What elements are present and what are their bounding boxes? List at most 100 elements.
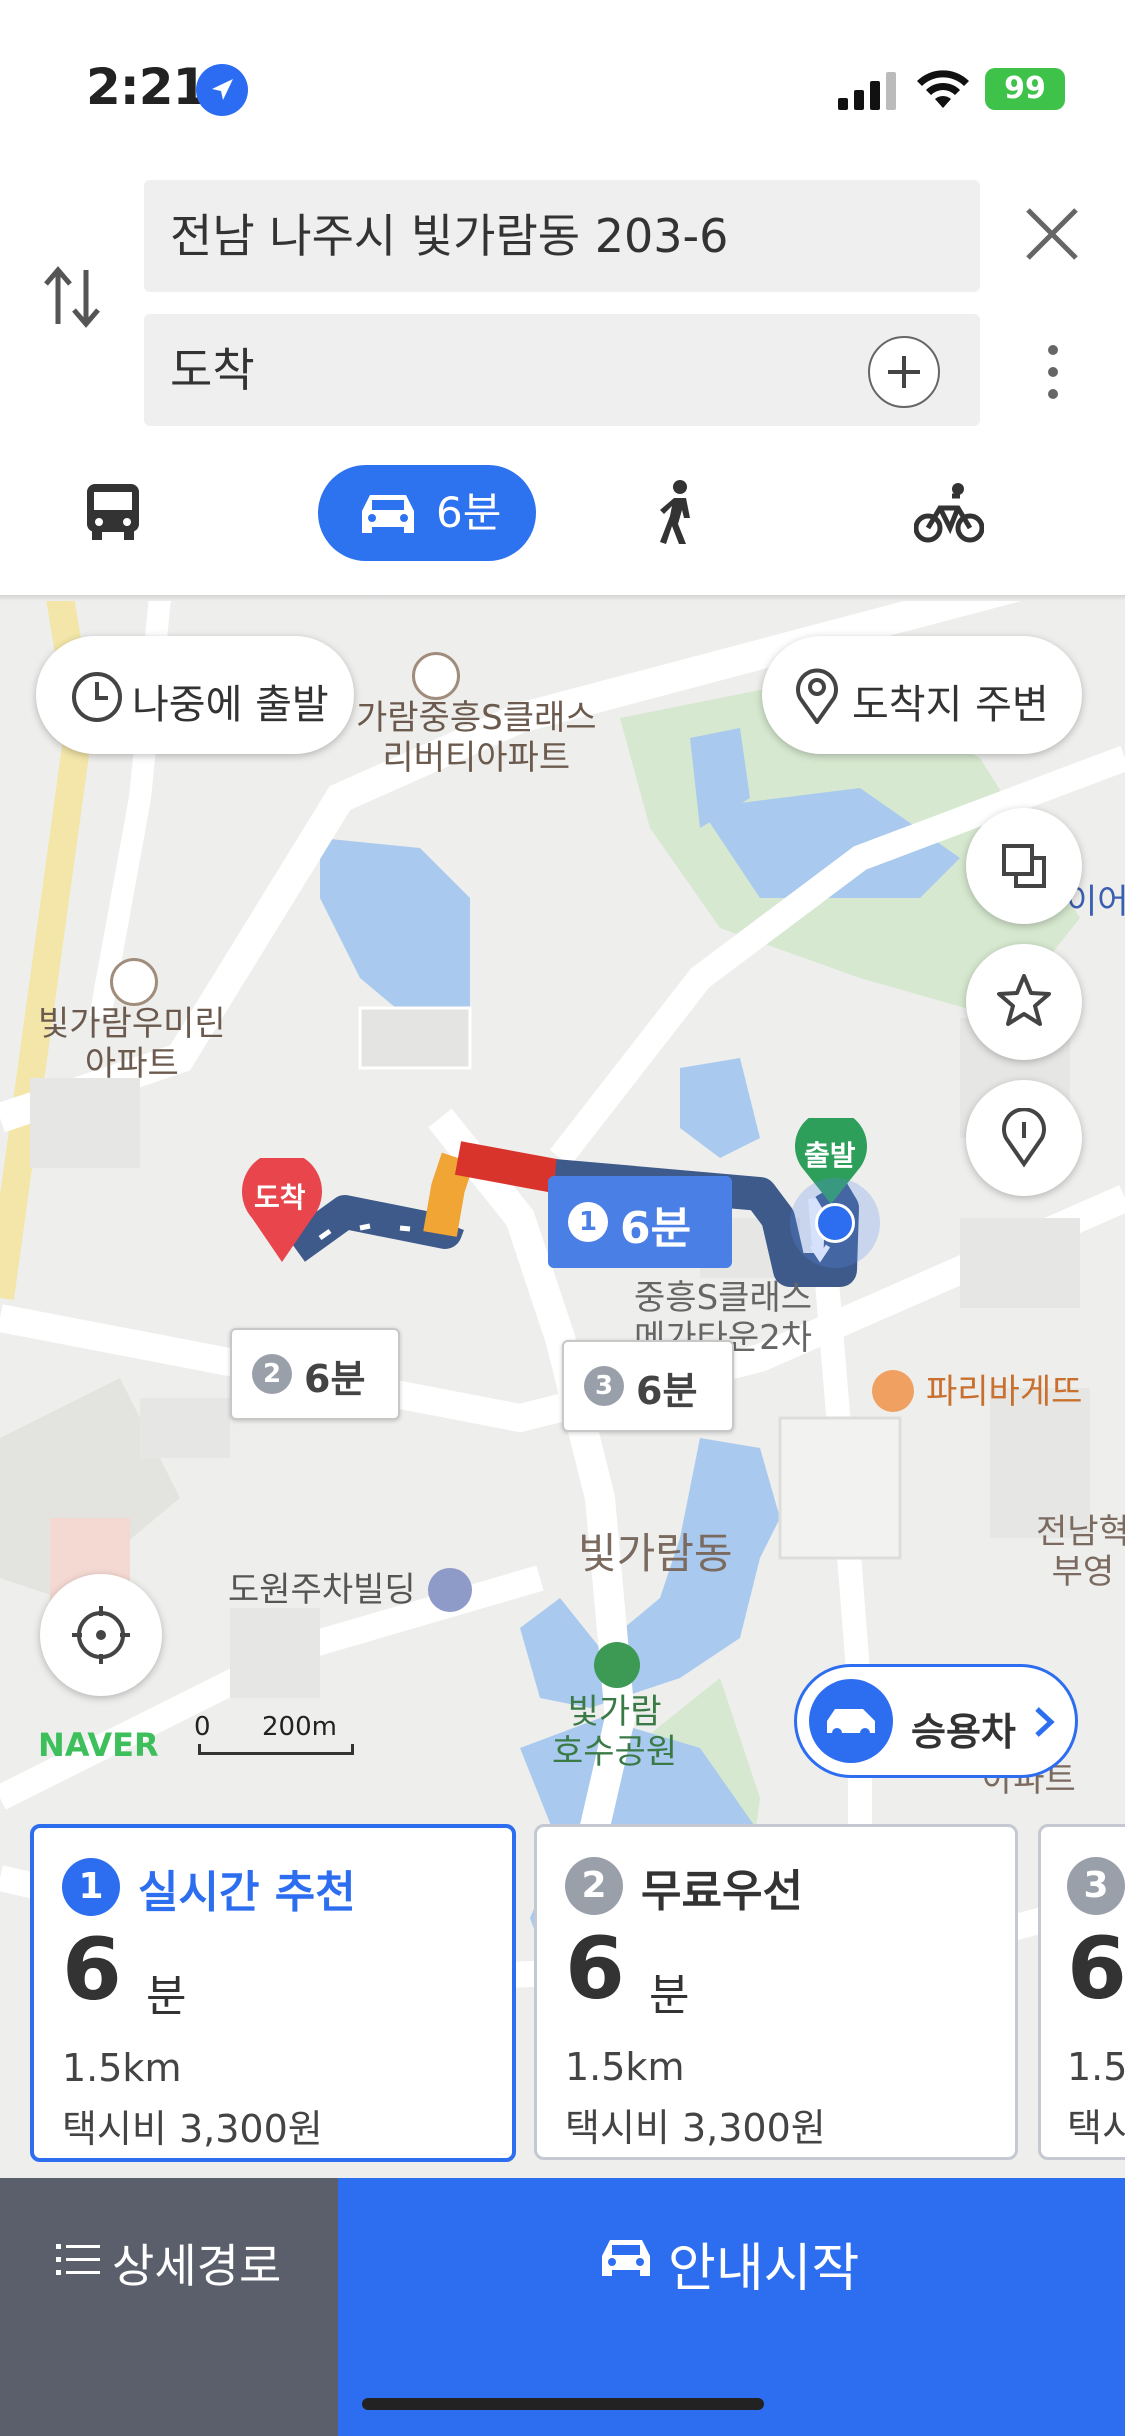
route-card-2[interactable]: 2 무료우선 6 분 1.5km 택시비 3,300원	[534, 1824, 1018, 2160]
around-destination-button[interactable]: 도착지 주변	[762, 636, 1082, 754]
route-card-number: 1	[62, 1858, 120, 1916]
route-card-time: 6	[62, 1920, 122, 2020]
clock-icon	[72, 672, 122, 722]
tab-walk[interactable]	[656, 480, 700, 550]
route-card-unit: 분	[146, 1971, 187, 2022]
close-icon[interactable]	[1024, 206, 1080, 266]
apartment-icon	[110, 958, 158, 1006]
map-label-apt1-line2: 리버티아파트	[382, 738, 571, 778]
home-indicator	[362, 2398, 764, 2410]
route-bubble-time: 6분	[620, 1203, 692, 1254]
route-card-time: 6	[1067, 1919, 1125, 2019]
route-card-distance: 1.5km	[565, 2045, 685, 2089]
route-bubble-2[interactable]: 2 6분	[230, 1328, 400, 1420]
map-scale: 0 200m	[194, 1712, 354, 1756]
map-label-park-line2: 호수공원	[552, 1732, 678, 1772]
car-circle-icon	[809, 1679, 893, 1763]
route-bubble-3[interactable]: 3 6분	[562, 1340, 734, 1432]
origin-input[interactable]: 전남 나주시 빛가람동 203-6	[144, 180, 980, 292]
start-marker-label: 출발	[804, 1139, 856, 1172]
destination-marker-label: 도착	[254, 1181, 306, 1214]
route-bubble-1[interactable]: 1 6분	[548, 1176, 732, 1268]
detailed-route-label: 상세경로	[112, 2239, 282, 2293]
route-bubble-number: 2	[252, 1354, 292, 1394]
route-card-number: 3	[1067, 1857, 1125, 1915]
map-view[interactable]: 가람중흥S클래스 리버티아파트 빛가람우미린 아파트 중흥S클래스 메가타운2차…	[0, 598, 1125, 2178]
map-label-right-edge2: 부영	[1051, 1552, 1115, 1592]
map-layers-button[interactable]	[966, 808, 1082, 924]
map-label-building: 중흥S클래스	[634, 1278, 813, 1318]
battery-icon: 99	[985, 68, 1065, 110]
detailed-route-button[interactable]: 상세경로	[0, 2178, 338, 2436]
car-icon	[602, 2240, 650, 2276]
route-card-time: 6	[565, 1919, 625, 2019]
my-location-button[interactable]	[40, 1574, 162, 1696]
vehicle-type-button[interactable]: 승용차	[794, 1664, 1078, 1778]
route-bubble-time: 6분	[636, 1369, 698, 1413]
route-card-distance: 1.5	[1067, 2045, 1125, 2089]
location-pin-icon	[796, 668, 838, 724]
location-arrow-icon	[196, 64, 248, 116]
map-label-apt1-line1: 가람중흥S클래스	[356, 698, 597, 738]
tab-bike[interactable]	[913, 482, 985, 548]
route-card-title: 무료우선	[641, 1866, 803, 1917]
route-bubble-time: 6분	[304, 1357, 366, 1401]
map-label-right-edge1: 전남혁	[1036, 1512, 1125, 1552]
tab-car[interactable]: 6분	[318, 465, 536, 561]
cellular-signal-icon	[838, 72, 898, 114]
scale-zero: 0	[194, 1712, 211, 1742]
destination-placeholder: 도착	[170, 343, 255, 397]
car-icon	[362, 495, 414, 533]
start-navigation-label: 안내시작	[668, 2239, 860, 2299]
more-options-icon[interactable]	[1044, 342, 1062, 406]
map-label-apt2-line2: 아파트	[84, 1044, 179, 1084]
car-time: 6분	[436, 488, 502, 537]
around-destination-label: 도착지 주변	[852, 682, 1049, 728]
vehicle-type-label: 승용차	[911, 1710, 1016, 1754]
route-card-fare: 택시비 3,300원	[565, 2106, 826, 2150]
route-card-number: 2	[565, 1857, 623, 1915]
route-bubble-number: 3	[584, 1366, 624, 1406]
tab-transit[interactable]	[84, 482, 142, 546]
list-icon	[56, 2244, 100, 2275]
route-card-unit: 분	[649, 1970, 690, 2021]
map-label-bakery: 파리바게뜨	[926, 1372, 1083, 1412]
layers-icon	[1002, 844, 1046, 888]
map-label-district: 빛가람동	[578, 1529, 733, 1578]
apartment-icon	[412, 652, 460, 700]
destination-marker[interactable]: 도착	[240, 1151, 324, 1268]
chevron-right-icon	[1035, 1707, 1055, 1737]
route-card-fare: 택시비 3,300원	[62, 2107, 323, 2151]
map-top-shadow	[0, 595, 1125, 601]
wifi-icon	[916, 68, 970, 114]
route-card-distance: 1.5km	[62, 2046, 182, 2090]
naver-logo: NAVER	[38, 1726, 159, 1764]
route-card-3[interactable]: 3 6 1.5 택시	[1038, 1824, 1125, 2160]
add-pin-button[interactable]	[966, 1080, 1082, 1196]
park-icon	[594, 1642, 640, 1688]
route-card-1[interactable]: 1 실시간 추천 6 분 1.5km 택시비 3,300원	[30, 1824, 516, 2162]
map-label-park-line1: 빛가람	[567, 1692, 662, 1732]
bakery-icon	[872, 1370, 914, 1412]
scale-distance: 200m	[262, 1712, 337, 1742]
map-label-parking: 도원주차빌딩	[228, 1570, 416, 1610]
favorites-button[interactable]	[966, 944, 1082, 1060]
status-time: 2:21	[86, 58, 207, 116]
depart-later-label: 나중에 출발	[132, 682, 329, 728]
bicycle-icon	[913, 483, 985, 543]
route-card-title: 실시간 추천	[138, 1867, 356, 1918]
route-bubble-number: 1	[568, 1202, 608, 1242]
depart-later-button[interactable]: 나중에 출발	[36, 636, 354, 754]
map-label-apt2-line1: 빛가람우미린	[38, 1004, 226, 1044]
crosshair-icon	[72, 1606, 130, 1664]
current-location-dot	[790, 1178, 880, 1268]
walk-icon	[660, 480, 690, 544]
add-waypoint-button[interactable]	[868, 336, 940, 408]
destination-input[interactable]: 도착	[144, 314, 980, 426]
route-card-fare: 택시	[1067, 2106, 1125, 2150]
swap-directions-icon[interactable]	[40, 262, 104, 336]
pin-icon	[1002, 1108, 1046, 1168]
bus-icon	[87, 484, 139, 540]
star-icon	[997, 974, 1051, 1026]
building-icon	[428, 1568, 472, 1612]
